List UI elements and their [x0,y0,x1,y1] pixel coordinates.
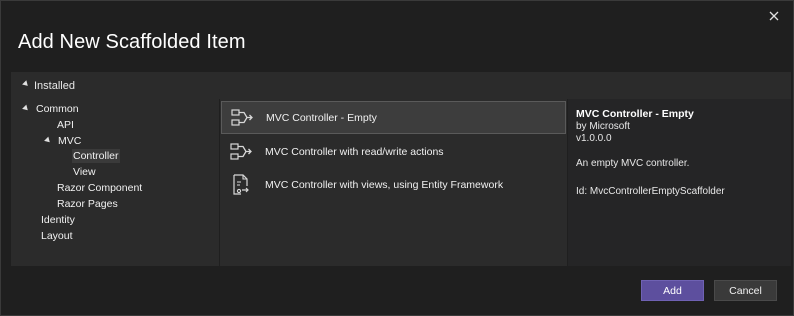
template-label: MVC Controller with views, using Entity … [265,178,504,191]
details-id: Id: MvcControllerEmptyScaffolder [576,186,725,197]
expand-arrow-icon [22,104,30,113]
template-item-read-write-controller[interactable]: MVC Controller with read/write actions [221,135,566,168]
tree-item-mvc[interactable]: MVC [44,135,81,147]
tree-item-controller[interactable]: Controller [72,149,120,163]
dialog-title: Add New Scaffolded Item [18,31,246,53]
category-tree: Common API MVC Controller View Razor Com… [11,99,219,266]
details-description: An empty MVC controller. [576,158,690,169]
cancel-button[interactable]: Cancel [714,280,777,301]
tree-item-razor-pages[interactable]: Razor Pages [57,198,118,210]
details-panel: MVC Controller - Empty by Microsoft v1.0… [568,99,791,266]
expand-arrow-icon [22,80,30,88]
installed-label: Installed [34,79,75,92]
template-item-views-ef-controller[interactable]: MVC Controller with views, using Entity … [221,168,566,201]
expand-arrow-icon [44,136,52,145]
details-title: MVC Controller - Empty [576,108,694,120]
tree-item-layout[interactable]: Layout [41,230,73,242]
tree-item-common[interactable]: Common [22,103,79,115]
scaffold-dialog: Add New Scaffolded Item Installed Common… [0,0,794,316]
controller-icon [231,108,253,126]
controller-icon [230,142,252,160]
details-version: v1.0.0.0 [576,133,612,144]
tree-item-api[interactable]: API [57,119,74,131]
template-label: MVC Controller with read/write actions [265,145,444,158]
controller-views-icon [233,173,249,195]
template-list: MVC Controller - Empty MVC Controller wi… [220,99,567,266]
template-label: MVC Controller - Empty [266,111,377,124]
tree-item-view[interactable]: View [73,166,96,178]
tree-item-razor-component[interactable]: Razor Component [57,182,142,194]
close-button[interactable] [767,9,781,23]
add-button[interactable]: Add [641,280,704,301]
template-item-empty-controller[interactable]: MVC Controller - Empty [221,101,566,134]
installed-header[interactable]: Installed [11,72,791,99]
details-author: by Microsoft [576,121,630,132]
tree-item-identity[interactable]: Identity [41,214,75,226]
close-icon [769,11,779,21]
